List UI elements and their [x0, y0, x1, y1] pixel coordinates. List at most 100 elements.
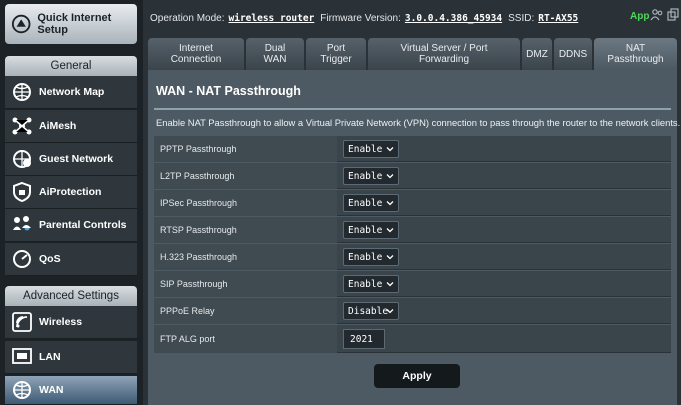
page-title: WAN - NAT Passthrough — [156, 84, 301, 98]
sidebar-item-wireless[interactable]: Wireless — [5, 306, 137, 339]
sidebar-item-label: AiProtection — [39, 186, 102, 198]
sidebar-item-lan[interactable]: LAN — [5, 341, 137, 374]
wireless-icon — [12, 312, 32, 332]
ftp-alg-port-input[interactable]: 2021 — [343, 329, 385, 349]
rtsp-select[interactable]: Enable — [343, 221, 399, 239]
setting-row-h323: H.323 Passthrough Enable — [154, 244, 671, 270]
chevron-down-icon — [386, 282, 394, 287]
tab-internet-connection[interactable]: Internet Connection — [148, 38, 244, 70]
operation-mode-link[interactable]: wireless router — [229, 13, 315, 24]
lan-icon — [12, 348, 32, 364]
setting-label: IPSec Passthrough — [154, 190, 337, 216]
sidebar-item-network-map[interactable]: Network Map — [5, 76, 137, 109]
tab-ddns[interactable]: DDNS — [554, 38, 592, 70]
chevron-down-icon — [386, 174, 394, 179]
sidebar-item-label: QoS — [39, 253, 61, 265]
tab-label: Virtual Server / Port Forwarding — [400, 43, 488, 65]
select-value: Enable — [348, 251, 383, 263]
select-value: Disable — [348, 305, 389, 317]
ssid-link[interactable]: RT-AX55 — [538, 13, 578, 24]
sidebar-item-label: AiMesh — [39, 120, 77, 132]
quick-setup-icon — [11, 14, 31, 34]
setting-row-pptp: PPTP Passthrough Enable — [154, 136, 671, 162]
main-panel: WAN - NAT Passthrough Enable NAT Passthr… — [148, 70, 681, 405]
guest-network-icon — [13, 150, 31, 168]
advanced-section-header: Advanced Settings — [5, 286, 137, 306]
tab-dual-wan[interactable]: Dual WAN — [246, 38, 304, 70]
tab-label: Dual WAN — [263, 43, 287, 65]
tab-label: DDNS — [558, 48, 588, 60]
qos-icon — [13, 250, 31, 268]
status-bar: Operation Mode: wireless router Firmware… — [150, 8, 681, 28]
sidebar-item-label: LAN — [39, 351, 61, 363]
ipsec-select[interactable]: Enable — [343, 194, 399, 212]
sidebar-item-qos[interactable]: QoS — [5, 243, 137, 276]
sidebar-item-label: Wireless — [39, 316, 83, 328]
operation-mode-label: Operation Mode: — [150, 12, 225, 24]
setting-label: PPTP Passthrough — [154, 136, 337, 162]
tab-virtual-server[interactable]: Virtual Server / Port Forwarding — [368, 38, 520, 70]
setting-label: SIP Passthrough — [154, 271, 337, 297]
quick-setup-label: Quick Internet Setup — [37, 12, 112, 36]
setting-label: PPPoE Relay — [154, 298, 337, 324]
sidebar-item-guest-network[interactable]: Guest Network — [5, 143, 137, 176]
sidebar-item-label: Parental Controls — [39, 219, 127, 231]
chevron-down-icon — [386, 309, 394, 314]
tab-label: Internet Connection — [170, 43, 222, 65]
setting-label: RTSP Passthrough — [154, 217, 337, 243]
sidebar-item-aimesh[interactable]: AiMesh — [5, 110, 137, 143]
apply-button[interactable]: Apply — [374, 364, 460, 388]
general-header-label: General — [50, 60, 92, 72]
chevron-down-icon — [386, 201, 394, 206]
sidebar-item-aiprotection[interactable]: AiProtection — [5, 176, 137, 209]
sidebar: Quick Internet Setup General Network Map… — [0, 0, 143, 405]
firmware-link[interactable]: 3.0.0.4.386_45934 — [405, 13, 502, 24]
advanced-header-label: Advanced Settings — [23, 290, 119, 302]
sidebar-item-parental-controls[interactable]: Parental Controls — [5, 209, 137, 242]
parental-controls-icon — [13, 216, 31, 231]
setting-row-l2tp: L2TP Passthrough Enable — [154, 163, 671, 189]
select-value: Enable — [348, 278, 383, 290]
quick-internet-setup-button[interactable]: Quick Internet Setup — [5, 4, 137, 44]
title-divider — [154, 108, 671, 110]
select-value: Enable — [348, 224, 383, 236]
h323-select[interactable]: Enable — [343, 248, 399, 266]
tab-nat-passthrough[interactable]: NAT Passthrough — [594, 38, 677, 70]
setting-label: H.323 Passthrough — [154, 244, 337, 270]
sidebar-item-label: Guest Network — [39, 153, 114, 165]
tab-label: NAT Passthrough — [607, 43, 664, 65]
app-link[interactable]: App — [630, 11, 649, 22]
sidebar-item-label: WAN — [39, 384, 64, 396]
select-value: Enable — [348, 197, 383, 209]
setting-row-ftp-alg: FTP ALG port 2021 — [154, 325, 671, 353]
tab-port-trigger[interactable]: Port Trigger — [306, 38, 366, 70]
page-description: Enable NAT Passthrough to allow a Virtua… — [156, 117, 681, 128]
sidebar-item-wan[interactable]: WAN — [5, 376, 137, 405]
l2tp-select[interactable]: Enable — [343, 167, 399, 185]
pppoe-relay-select[interactable]: Disable — [343, 302, 399, 320]
setting-row-sip: SIP Passthrough Enable — [154, 271, 671, 297]
copy-icon[interactable] — [666, 8, 680, 22]
general-section-header: General — [5, 56, 137, 76]
sidebar-item-label: Network Map — [39, 86, 105, 98]
pptp-select[interactable]: Enable — [343, 140, 399, 158]
setting-row-pppoe-relay: PPPoE Relay Disable — [154, 298, 671, 324]
firmware-label: Firmware Version: — [320, 12, 401, 24]
select-value: Enable — [348, 170, 383, 182]
tab-label: DMZ — [526, 48, 548, 60]
setting-row-ipsec: IPSec Passthrough Enable — [154, 190, 671, 216]
chevron-down-icon — [386, 228, 394, 233]
aiprotection-icon — [13, 181, 31, 203]
people-icon[interactable] — [650, 8, 664, 22]
sip-select[interactable]: Enable — [343, 275, 399, 293]
chevron-down-icon — [386, 255, 394, 260]
network-map-icon — [13, 83, 31, 101]
tab-dmz[interactable]: DMZ — [522, 38, 552, 70]
ssid-label: SSID: — [508, 12, 535, 24]
select-value: Enable — [348, 143, 383, 155]
wan-icon — [13, 381, 31, 399]
chevron-down-icon — [386, 147, 394, 152]
setting-row-rtsp: RTSP Passthrough Enable — [154, 217, 671, 243]
aimesh-icon — [12, 117, 32, 135]
tab-label: Port Trigger — [320, 43, 352, 65]
